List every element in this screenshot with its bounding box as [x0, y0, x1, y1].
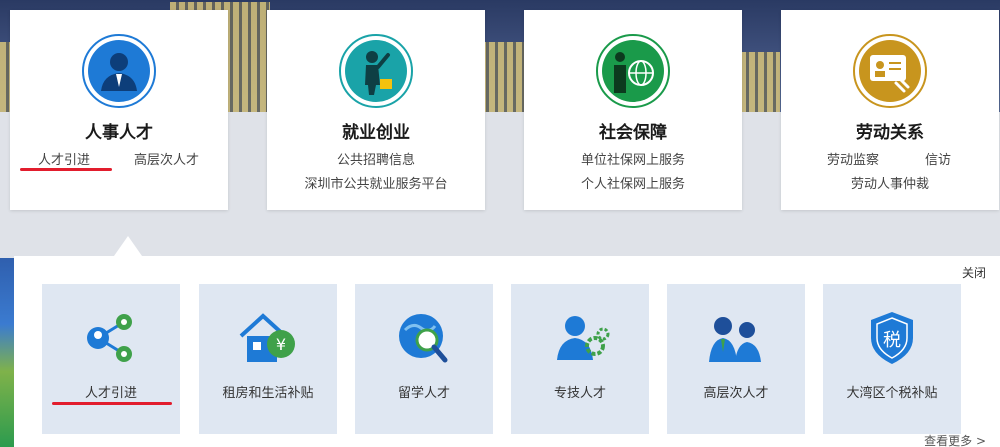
card-hr-talent[interactable]: 人事人才 人才引进 高层次人才: [10, 10, 228, 210]
building-image: [740, 52, 780, 112]
link-employer-social-security[interactable]: 单位社保网上服务: [524, 149, 742, 168]
tile-bay-area-tax-subsidy[interactable]: 税 大湾区个税补贴: [823, 284, 961, 434]
person-globe-icon: [595, 33, 671, 109]
link-talent-introduction[interactable]: 人才引进: [38, 149, 90, 168]
card-labor-relations[interactable]: 劳动关系 劳动监察 信访 劳动人事仲裁: [781, 10, 999, 210]
house-yuan-icon: ¥: [233, 308, 303, 368]
link-labor-inspection[interactable]: 劳动监察: [827, 149, 879, 168]
dropdown-pointer: [114, 236, 142, 256]
tax-shield-icon: 税: [857, 308, 927, 368]
card-social-security[interactable]: 社会保障 单位社保网上服务 个人社保网上服务: [524, 10, 742, 210]
tile-high-level-talent[interactable]: 高层次人才: [667, 284, 805, 434]
tile-label: 人才引进: [84, 386, 137, 401]
tile-label: 租房和生活补贴: [222, 386, 314, 401]
svg-text:税: 税: [883, 330, 901, 351]
person-suitcase-icon: [338, 33, 414, 109]
link-high-level-talent[interactable]: 高层次人才: [134, 149, 199, 168]
tile-label: 专技人才: [553, 386, 606, 401]
card-title: 社会保障: [599, 123, 667, 143]
view-more-link[interactable]: 查看更多 >: [924, 432, 986, 447]
globe-magnifier-icon: [389, 308, 459, 368]
business-people-icon: [701, 308, 771, 368]
tile-label: 留学人才: [397, 386, 450, 401]
businessman-icon: [81, 33, 157, 109]
tile-talent-introduction[interactable]: 人才引进: [42, 284, 180, 434]
network-people-icon: [76, 308, 146, 368]
person-gears-icon: [545, 308, 615, 368]
tile-label: 高层次人才: [703, 386, 769, 401]
card-title: 就业创业: [342, 123, 410, 143]
tile-overseas-talent[interactable]: 留学人才: [355, 284, 493, 434]
link-personal-social-security[interactable]: 个人社保网上服务: [524, 173, 742, 192]
tile-label: 大湾区个税补贴: [846, 386, 938, 401]
link-labor-arbitration[interactable]: 劳动人事仲裁: [781, 173, 999, 192]
card-title: 劳动关系: [856, 123, 924, 143]
link-public-recruitment[interactable]: 公共招聘信息: [267, 149, 485, 168]
tile-professional-talent[interactable]: 专技人才: [511, 284, 649, 434]
card-employment[interactable]: 就业创业 公共招聘信息 深圳市公共就业服务平台: [267, 10, 485, 210]
annotation-underline: [52, 402, 172, 405]
link-petition[interactable]: 信访: [925, 149, 951, 168]
svg-text:¥: ¥: [276, 335, 286, 354]
tile-rent-subsidy[interactable]: ¥ 租房和生活补贴: [199, 284, 337, 434]
side-banner-image: [0, 258, 14, 447]
id-card-link-icon: [852, 33, 928, 109]
annotation-underline: [20, 168, 112, 171]
card-title: 人事人才: [85, 123, 153, 143]
link-employment-platform[interactable]: 深圳市公共就业服务平台: [267, 173, 485, 192]
submenu-panel: 关闭 人才引进 ¥ 租房和生活补贴 留学人才 专技人才 高层次人才 税 大湾区个…: [14, 256, 1000, 447]
close-button[interactable]: 关闭: [962, 264, 986, 281]
